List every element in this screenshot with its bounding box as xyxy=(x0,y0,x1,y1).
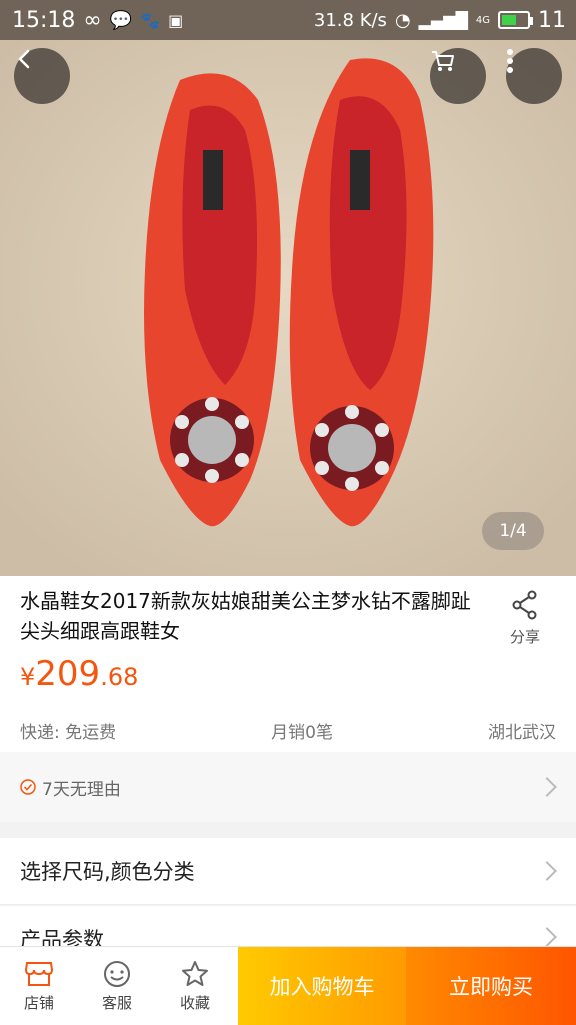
smiley-icon xyxy=(104,960,130,987)
battery-icon xyxy=(498,11,533,29)
price-symbol: ¥ xyxy=(20,663,36,691)
back-button[interactable] xyxy=(14,48,70,104)
add-to-cart-button[interactable]: 加入购物车 xyxy=(238,947,406,1025)
product-photo xyxy=(0,40,576,576)
ship-location: 湖北武汉 xyxy=(488,723,556,743)
select-size-color-label: 选择尺码,颜色分类 xyxy=(20,860,195,884)
customer-service-button[interactable]: 客服 xyxy=(78,947,156,1025)
chevron-left-icon xyxy=(18,49,30,69)
shop-icon xyxy=(24,961,54,986)
select-size-color-row[interactable]: 选择尺码,颜色分类 xyxy=(0,838,576,905)
shipping-info: 快递: 免运费 xyxy=(20,723,117,743)
customer-service-label: 客服 xyxy=(101,993,132,1012)
image-counter: 1/4 xyxy=(482,512,544,550)
star-icon xyxy=(182,960,208,986)
product-title: 水晶鞋女2017新款灰姑娘甜美公主梦水钻不露脚趾尖头细跟高跟鞋女 xyxy=(20,589,471,643)
image-icon: ▣ xyxy=(168,10,184,30)
product-price: ¥209.68 xyxy=(20,654,138,694)
shop-label: 店铺 xyxy=(23,993,54,1012)
product-params-row[interactable]: 产品参数 xyxy=(0,906,576,950)
shop-button[interactable]: 店铺 xyxy=(0,947,78,1025)
buy-now-button[interactable]: 立即购买 xyxy=(406,947,576,1025)
more-vertical-icon xyxy=(507,49,513,73)
price-decimal: .68 xyxy=(100,663,139,691)
product-meta: 快递: 免运费 月销0笔 湖北武汉 xyxy=(20,718,556,743)
monthly-sales: 月销0笔 xyxy=(271,723,333,743)
check-circle-icon xyxy=(20,779,36,795)
network-type: 4G xyxy=(475,14,490,26)
share-button[interactable]: 分享 xyxy=(500,590,550,647)
bottom-action-bar: 店铺 客服 收藏 加入购物车 立即购买 xyxy=(0,946,576,1025)
message-icon: 💬 xyxy=(109,9,133,31)
price-integer: 209 xyxy=(35,654,101,694)
paw-icon: 🐾 xyxy=(140,10,161,30)
wifi-icon: ◔ xyxy=(394,9,411,31)
status-bar: 15:18 ∞ 💬 🐾 ▣ 31.8 K/s ◔ ▂▄▆█ 4G 11 xyxy=(0,0,576,40)
product-info: 水晶鞋女2017新款灰姑娘甜美公主梦水钻不露脚趾尖头细跟高跟鞋女 分享 ¥209… xyxy=(0,576,576,752)
cart-button[interactable] xyxy=(430,48,486,104)
battery-level: 11 xyxy=(538,7,566,33)
signal-icon: ▂▄▆█ xyxy=(418,10,468,30)
share-label: 分享 xyxy=(509,628,540,646)
guarantee-row[interactable]: 7天无理由 xyxy=(0,752,576,822)
product-image-gallery[interactable]: 1/4 xyxy=(0,40,576,576)
more-options-button[interactable] xyxy=(506,48,562,104)
favorite-label: 收藏 xyxy=(179,993,210,1012)
network-speed: 31.8 K/s xyxy=(313,9,387,31)
chevron-right-icon xyxy=(537,861,557,881)
favorite-button[interactable]: 收藏 xyxy=(156,947,234,1025)
chevron-right-icon xyxy=(537,777,557,797)
chevron-right-icon xyxy=(537,927,557,947)
share-icon xyxy=(512,590,537,620)
shopping-cart-icon xyxy=(432,51,454,71)
guarantee-label: 7天无理由 xyxy=(42,779,121,800)
status-time: 15:18 xyxy=(12,7,76,33)
loop-icon: ∞ xyxy=(83,7,102,33)
